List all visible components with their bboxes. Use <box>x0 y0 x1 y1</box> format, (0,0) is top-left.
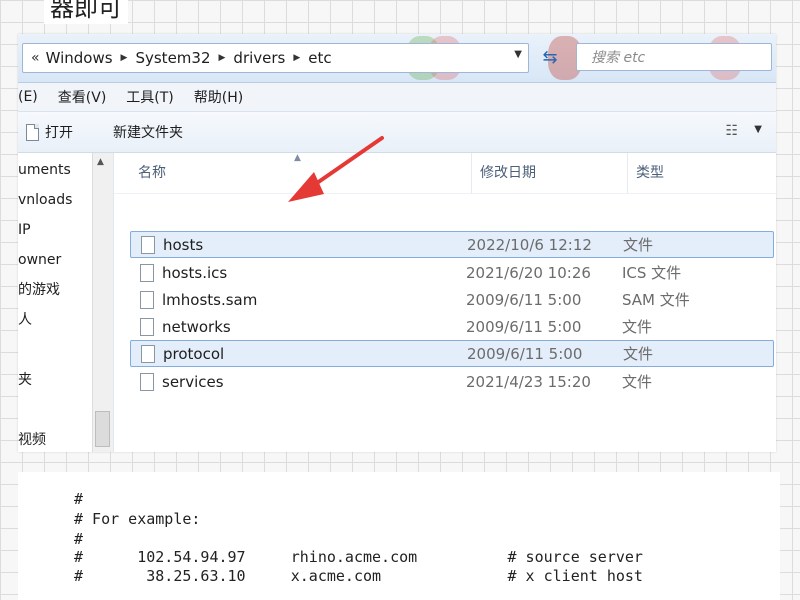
hosts-line: # 38.25.63.10 x.acme.com # x client host <box>74 567 643 585</box>
red-arrow-annotation <box>288 136 384 202</box>
hosts-line: # <box>74 530 84 548</box>
hosts-file-content: # # For example: # # 102.54.94.97 rhino.… <box>18 472 780 600</box>
hosts-line: # <box>74 490 84 508</box>
hosts-line: # For example: <box>74 510 201 528</box>
explorer-window: « Windows ▶ System32 ▶ drivers ▶ etc ▼ ⇆… <box>18 34 776 452</box>
hosts-line: # 102.54.94.97 rhino.acme.com # source s… <box>74 548 643 566</box>
page-caption: 器即可 <box>44 0 128 24</box>
